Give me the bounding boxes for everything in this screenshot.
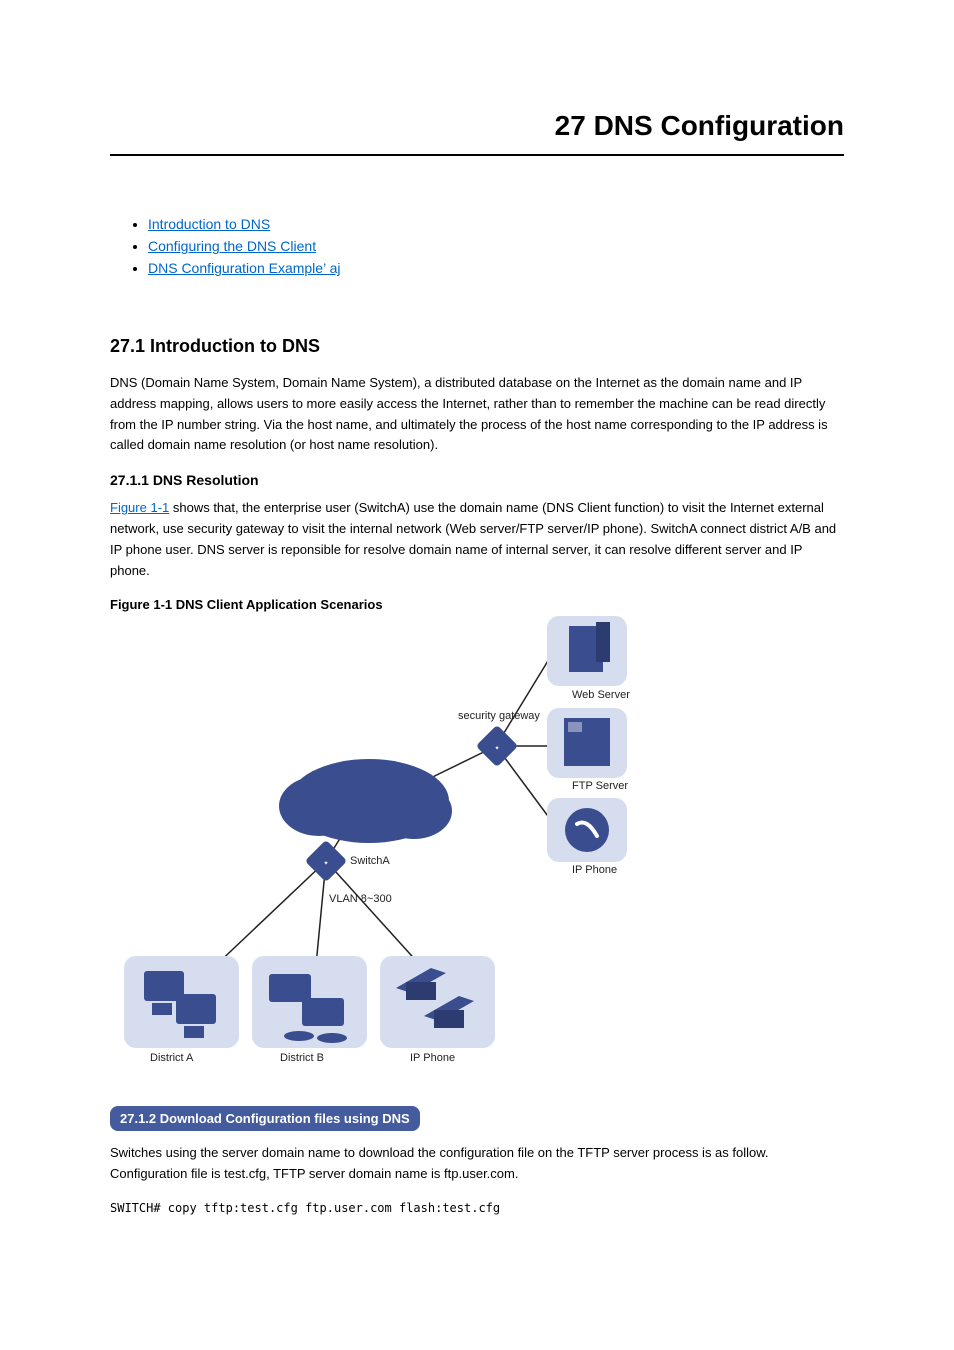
ip-phone-right-icon (547, 798, 627, 862)
download-paragraph: Switches using the server domain name to… (110, 1143, 844, 1185)
toc-link-example[interactable]: DNS Configuration Example’ aj (148, 260, 340, 276)
toc-link-configure[interactable]: Configuring the DNS Client (148, 238, 316, 254)
web-server-icon (547, 616, 627, 686)
subsection-dns-resolution: 27.1.1 DNS Resolution (110, 472, 844, 488)
figure-ref-link[interactable]: Figure 1-1 (110, 500, 169, 515)
section-intro-heading: 27.1 Introduction to DNS (110, 336, 844, 357)
ip-phone-bottom-label: IP Phone (410, 1052, 455, 1064)
toc-link-intro[interactable]: Introduction to DNS (148, 216, 270, 232)
district-a-icon (124, 956, 239, 1048)
toc-list: Introduction to DNS Configuring the DNS … (130, 216, 844, 276)
security-gateway-label: security gateway (458, 710, 540, 722)
resolution-paragraph: Figure 1-1 shows that, the enterprise us… (110, 498, 844, 581)
intro-paragraph: DNS (Domain Name System, Domain Name Sys… (110, 373, 844, 456)
web-server-label: Web Server (572, 689, 630, 701)
diagram-svg: ✦ ✦ (114, 616, 654, 1076)
resolution-paragraph-text: shows that, the enterprise user (SwitchA… (110, 500, 836, 577)
ip-phone-bottom-icon (380, 956, 495, 1048)
toc-item: DNS Configuration Example’ aj (148, 260, 844, 276)
network-diagram: ✦ ✦ (114, 616, 654, 1076)
vlan-label: VLAN 8~300 (329, 893, 392, 905)
district-b-label: District B (280, 1052, 324, 1064)
toc-item: Configuring the DNS Client (148, 238, 844, 254)
ip-phone-right-label: IP Phone (572, 864, 617, 876)
download-command: SWITCH# copy tftp:test.cfg ftp.user.com … (110, 1201, 844, 1215)
switcha-label: SwitchA (350, 855, 390, 867)
download-heading-box: 27.1.2 Download Configuration files usin… (110, 1106, 420, 1131)
figure-caption: Figure 1-1 DNS Client Application Scenar… (110, 597, 844, 612)
download-heading: 27.1.2 Download Configuration files usin… (114, 1109, 416, 1128)
district-a-label: District A (150, 1052, 193, 1064)
ftp-server-label: FTP Server (572, 780, 628, 792)
chapter-title: 27 DNS Configuration (110, 110, 844, 156)
toc-item: Introduction to DNS (148, 216, 844, 232)
ftp-server-icon (547, 708, 627, 778)
svg-text:✦: ✦ (323, 860, 328, 867)
internet-cloud-icon (279, 759, 452, 843)
svg-text:✦: ✦ (494, 745, 499, 752)
district-b-icon (252, 956, 367, 1048)
security-gateway-icon: ✦ (476, 725, 518, 767)
